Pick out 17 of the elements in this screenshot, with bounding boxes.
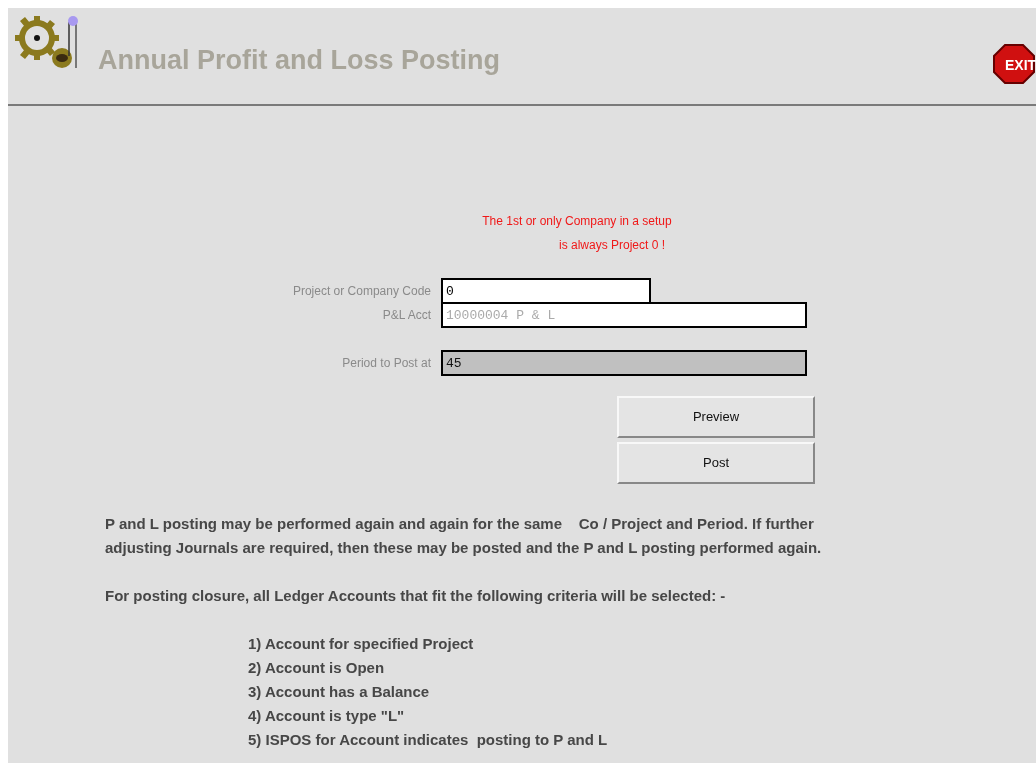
period-field[interactable]: 45 — [441, 350, 807, 376]
field-label: Period to Post at — [341, 355, 432, 372]
info-paragraph: P and L posting may be performed again and again for the same Co / Project and Period. If further adjusting Journals are required, then these may be posted and the P and L posting performed again. — [105, 514, 823, 558]
field-label: P&L Acct — [381, 307, 432, 324]
criteria-item: 4) Account is type "L" — [248, 706, 406, 726]
action-button[interactable]: Post — [617, 442, 815, 484]
criteria-intro: For posting closure, all Ledger Accounts that fit the following criteria will be selected: - — [105, 586, 727, 606]
notice-text: is always Project 0 ! — [558, 238, 665, 252]
field-label: Project or Company Code — [291, 283, 432, 300]
code-field[interactable]: 0 — [441, 278, 651, 304]
action-button[interactable]: Preview — [617, 396, 815, 438]
notice-text: The 1st or only Company in a setup — [482, 214, 672, 228]
page-title: Annual Profit and Loss Posting — [98, 44, 500, 77]
criteria-item: 1) Account for specified Project — [248, 634, 475, 654]
criteria-item: 2) Account is Open — [248, 658, 386, 678]
criteria-item: 3) Account has a Balance — [248, 682, 431, 702]
criteria-item: 5) ISPOS for Account indicates posting to P and L — [248, 730, 609, 750]
